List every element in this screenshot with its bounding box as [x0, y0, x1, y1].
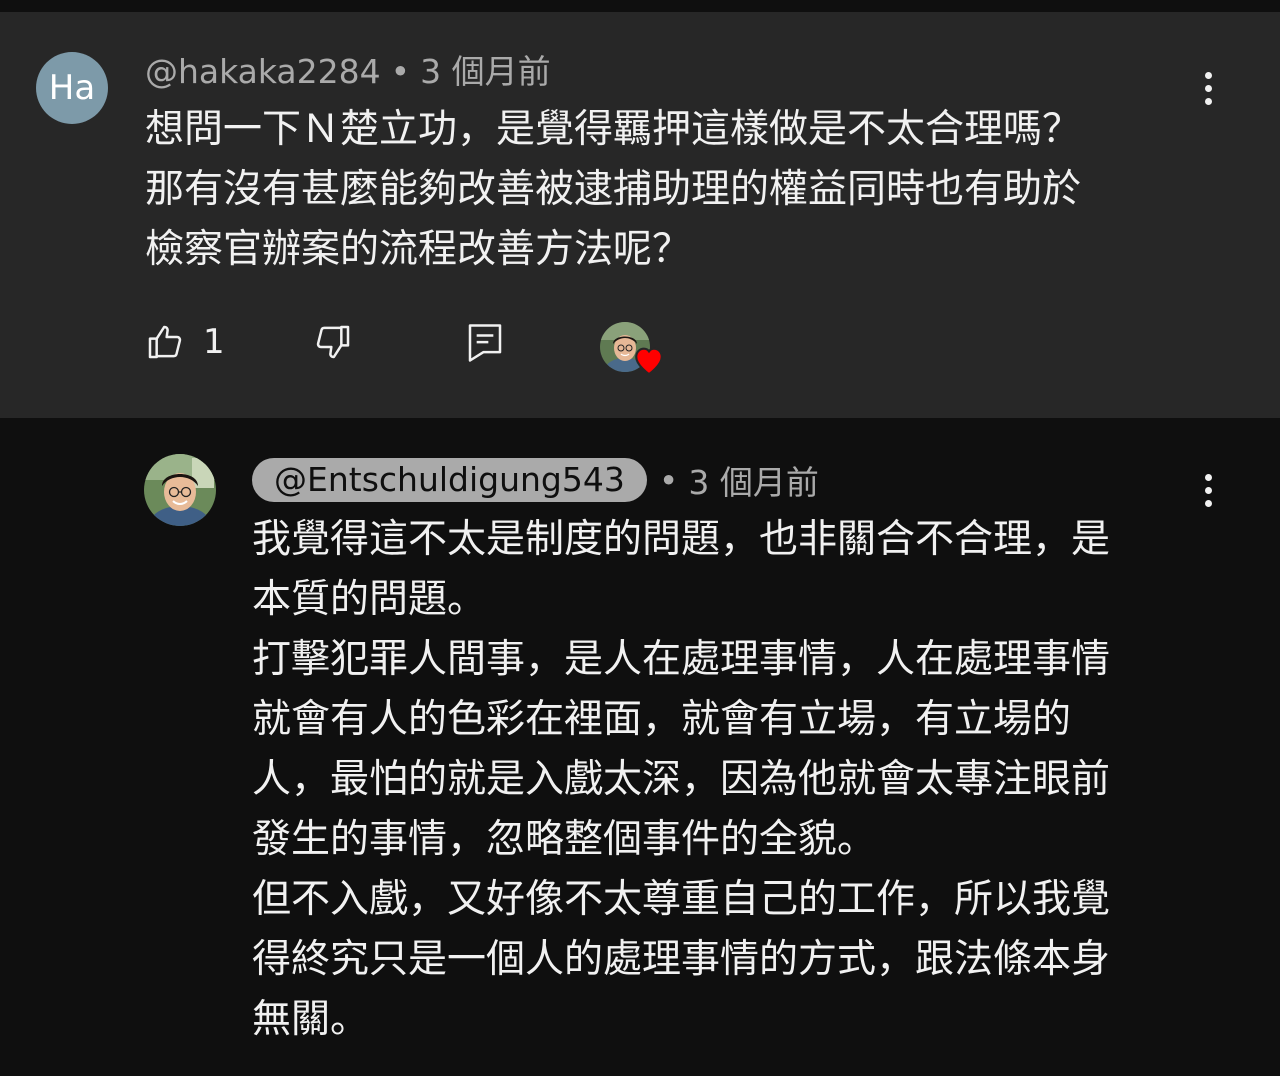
author-name[interactable]: @hakaka2284	[145, 52, 381, 91]
top-strip	[0, 0, 1280, 12]
like-count: 1	[203, 322, 225, 362]
meta-separator: •	[658, 460, 679, 500]
avatar[interactable]: Ha	[36, 52, 108, 124]
avatar[interactable]	[144, 454, 216, 526]
more-vertical-icon[interactable]	[1196, 466, 1220, 514]
comment-header: @Entschuldigung543 • 3 個月前	[252, 456, 819, 504]
thumbs-down-icon	[316, 325, 350, 359]
meta-separator: •	[390, 52, 411, 91]
heart-icon	[635, 347, 663, 376]
avatar-initials: Ha	[48, 68, 96, 108]
thumbs-up-icon	[148, 325, 182, 359]
creator-heart-badge[interactable]	[600, 322, 666, 378]
parent-comment: Ha @hakaka2284 • 3 個月前 想問一下Ｎ楚立功，是覺得羈押這樣做是不…	[0, 12, 1280, 418]
comment-timestamp[interactable]: 3 個月前	[688, 456, 819, 504]
like-button[interactable]: 1	[145, 322, 225, 362]
reply-button[interactable]	[465, 322, 505, 364]
reply-comment: @Entschuldigung543 • 3 個月前 我覺得這不太是制度的問題，…	[0, 418, 1280, 1076]
more-vertical-icon[interactable]	[1196, 64, 1220, 112]
comment-timestamp[interactable]: 3 個月前	[420, 52, 551, 91]
dislike-button[interactable]	[313, 322, 353, 362]
comment-text: 想問一下Ｎ楚立功，是覺得羈押這樣做是不太合理嗎？ 那有沒有甚麼能夠改善被逮捕助理…	[145, 107, 1082, 272]
creator-author-chip[interactable]: @Entschuldigung543	[252, 458, 647, 502]
reply-icon	[468, 324, 502, 362]
comment-header: @hakaka2284 • 3 個月前	[145, 52, 551, 92]
comment-text: 我覺得這不太是制度的問題，也非關合不合理，是 本質的問題。 打擊犯罪人間事，是人…	[252, 517, 1111, 1042]
